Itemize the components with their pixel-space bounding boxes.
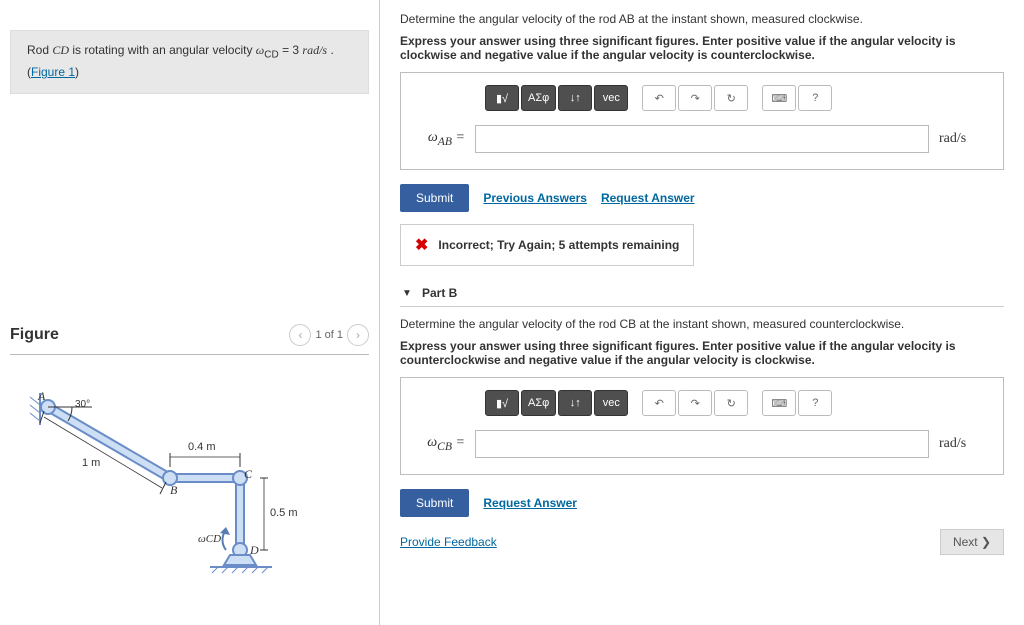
partB-equation-row: ωCB = rad/s bbox=[415, 426, 989, 462]
tb-help-icon[interactable]: ? bbox=[798, 390, 832, 416]
tb-subsup-icon[interactable]: ↓↑ bbox=[558, 85, 592, 111]
figure-prev-button[interactable]: ‹ bbox=[289, 324, 311, 346]
figure-nav: ‹ 1 of 1 › bbox=[289, 324, 369, 346]
tb-reset-icon[interactable]: ↻ bbox=[714, 85, 748, 111]
tb-undo-icon[interactable]: ↶ bbox=[642, 390, 676, 416]
tb-vec-icon[interactable]: vec bbox=[594, 390, 628, 416]
partA-unit-label: rad/s bbox=[939, 131, 989, 147]
figure-counter: 1 of 1 bbox=[315, 329, 343, 341]
provide-feedback-link[interactable]: Provide Feedback bbox=[400, 535, 497, 549]
tb-template-icon[interactable]: ▮√ bbox=[485, 390, 519, 416]
partA-question: Determine the angular velocity of the ro… bbox=[400, 12, 1004, 26]
tb-vec-icon[interactable]: vec bbox=[594, 85, 628, 111]
partB-header[interactable]: ▼ Part B bbox=[400, 280, 1004, 307]
partB-var-label: ωCB = bbox=[415, 435, 465, 453]
figure-section: Figure ‹ 1 of 1 › bbox=[10, 324, 369, 575]
partA-input[interactable] bbox=[475, 125, 929, 153]
fig-A-label: A bbox=[38, 389, 45, 404]
left-pane: Rod CD is rotating with an angular veloc… bbox=[0, 0, 380, 625]
figure-image: 30° 1 m 0.4 m 0.5 m ωCD A B C D bbox=[20, 375, 359, 575]
prob-text: = 3 bbox=[279, 43, 303, 57]
tb-redo-icon[interactable]: ↷ bbox=[678, 85, 712, 111]
tb-keyboard-icon[interactable]: ⌨ bbox=[762, 85, 796, 111]
partB-answer-panel: ▮√ ΑΣφ ↓↑ vec ↶ ↷ ↻ ⌨ ? ωCB = rad/s bbox=[400, 377, 1004, 475]
partA-answer-panel: ▮√ ΑΣφ ↓↑ vec ↶ ↷ ↻ ⌨ ? ωAB = rad/s bbox=[400, 72, 1004, 170]
partB-title: Part B bbox=[422, 286, 457, 300]
fig-D-label: D bbox=[250, 543, 259, 558]
partA-toolbar: ▮√ ΑΣφ ↓↑ vec ↶ ↷ ↻ ⌨ ? bbox=[415, 85, 989, 111]
partA-request-answer-link[interactable]: Request Answer bbox=[601, 191, 695, 205]
next-button[interactable]: Next ❯ bbox=[940, 529, 1004, 555]
partA-equation-row: ωAB = rad/s bbox=[415, 121, 989, 157]
partB-instructions: Express your answer using three signific… bbox=[400, 339, 1004, 367]
tb-greek-icon[interactable]: ΑΣφ bbox=[521, 85, 556, 111]
fig-B-label: B bbox=[170, 483, 177, 498]
tb-reset-icon[interactable]: ↻ bbox=[714, 390, 748, 416]
tb-keyboard-icon[interactable]: ⌨ bbox=[762, 390, 796, 416]
prob-units: rad/s bbox=[302, 43, 327, 57]
prob-omega-sub: CD bbox=[264, 49, 278, 60]
partB-question: Determine the angular velocity of the ro… bbox=[400, 317, 1004, 331]
figure-svg bbox=[20, 375, 320, 575]
prob-text: ) bbox=[75, 65, 79, 79]
right-pane: Determine the angular velocity of the ro… bbox=[380, 0, 1024, 625]
tb-undo-icon[interactable]: ↶ bbox=[642, 85, 676, 111]
partA-actions: Submit Previous Answers Request Answer bbox=[400, 184, 1004, 212]
figure-link[interactable]: Figure 1 bbox=[31, 65, 75, 79]
partA-var-label: ωAB = bbox=[415, 130, 465, 148]
tb-subsup-icon[interactable]: ↓↑ bbox=[558, 390, 592, 416]
fig-angle-label: 30° bbox=[75, 399, 90, 410]
prob-text: Rod bbox=[27, 43, 52, 57]
bottom-row: Provide Feedback Next ❯ bbox=[400, 529, 1004, 555]
fig-ab-label: 1 m bbox=[82, 457, 100, 469]
fig-bc-label: 0.4 m bbox=[188, 441, 216, 453]
caret-down-icon[interactable]: ▼ bbox=[400, 288, 414, 299]
partB-submit-button[interactable]: Submit bbox=[400, 489, 469, 517]
incorrect-icon: ✖ bbox=[415, 235, 428, 255]
partA-instructions: Express your answer using three signific… bbox=[400, 34, 1004, 62]
prob-omega: ω bbox=[256, 43, 264, 57]
fig-C-label: C bbox=[244, 467, 252, 482]
tb-help-icon[interactable]: ? bbox=[798, 85, 832, 111]
figure-title: Figure bbox=[10, 326, 59, 344]
partB-request-answer-link[interactable]: Request Answer bbox=[483, 496, 577, 510]
partA-submit-button[interactable]: Submit bbox=[400, 184, 469, 212]
tb-greek-icon[interactable]: ΑΣφ bbox=[521, 390, 556, 416]
partB-input[interactable] bbox=[475, 430, 929, 458]
partA-previous-answers-link[interactable]: Previous Answers bbox=[483, 191, 587, 205]
partB-unit-label: rad/s bbox=[939, 436, 989, 452]
tb-template-icon[interactable]: ▮√ bbox=[485, 85, 519, 111]
figure-header: Figure ‹ 1 of 1 › bbox=[10, 324, 369, 355]
problem-statement: Rod CD is rotating with an angular veloc… bbox=[10, 30, 369, 94]
prob-text: is rotating with an angular velocity bbox=[69, 43, 256, 57]
figure-next-button[interactable]: › bbox=[347, 324, 369, 346]
partB-toolbar: ▮√ ΑΣφ ↓↑ vec ↶ ↷ ↻ ⌨ ? bbox=[415, 390, 989, 416]
partA-feedback-box: ✖ Incorrect; Try Again; 5 attempts remai… bbox=[400, 224, 694, 266]
tb-redo-icon[interactable]: ↷ bbox=[678, 390, 712, 416]
fig-cd-label: 0.5 m bbox=[270, 507, 298, 519]
partA-feedback-text: Incorrect; Try Again; 5 attempts remaini… bbox=[438, 238, 679, 252]
prob-cd: CD bbox=[52, 43, 69, 57]
partB-actions: Submit Request Answer bbox=[400, 489, 1004, 517]
fig-omega-label: ωCD bbox=[198, 533, 221, 545]
